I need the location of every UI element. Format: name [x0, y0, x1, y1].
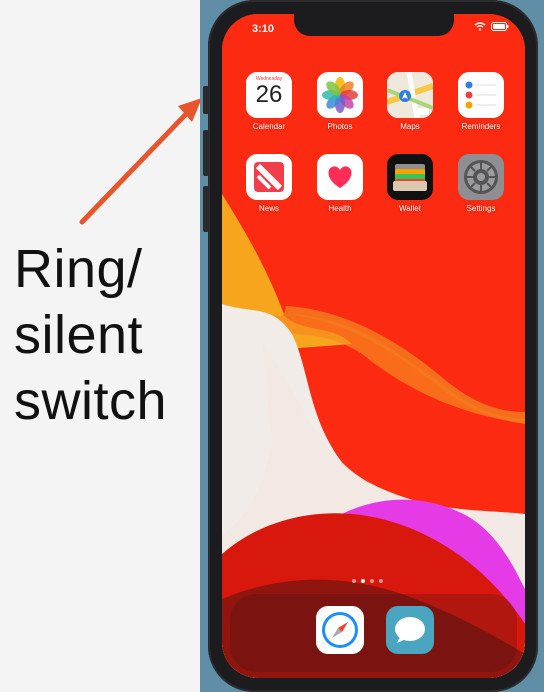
news-icon — [246, 154, 292, 200]
dock-app-messages[interactable] — [386, 606, 434, 654]
calendar-icon: Wednesday 26 — [246, 72, 292, 118]
app-label: Health — [328, 204, 352, 213]
safari-icon — [322, 612, 358, 648]
app-label: Reminders — [461, 122, 501, 131]
maps-icon — [387, 72, 433, 118]
dock — [230, 594, 517, 672]
notch — [294, 14, 454, 36]
app-label: Settings — [466, 204, 496, 213]
page-dot-active — [361, 579, 365, 583]
app-label: Wallet — [399, 204, 421, 213]
page-indicator[interactable] — [352, 579, 383, 583]
ring-silent-switch — [203, 86, 209, 114]
app-label: Maps — [400, 122, 420, 131]
health-icon — [317, 154, 363, 200]
app-settings[interactable]: Settings — [452, 154, 510, 213]
app-label: News — [258, 204, 279, 213]
volume-up-button — [203, 130, 209, 176]
app-label: Photos — [327, 122, 353, 131]
app-reminders[interactable]: Reminders — [452, 72, 510, 131]
dock-app-safari[interactable] — [316, 606, 364, 654]
photos-icon — [317, 72, 363, 118]
messages-icon — [395, 617, 425, 643]
page-dot — [370, 579, 374, 583]
app-calendar[interactable]: Wednesday 26 Calendar — [240, 72, 298, 131]
reminders-icon — [458, 72, 504, 118]
annotation-arrow-icon — [79, 98, 202, 225]
annotation-label: Ring/ silent switch — [14, 239, 168, 431]
battery-icon — [491, 22, 509, 31]
page-dot — [352, 579, 356, 583]
settings-icon — [458, 154, 504, 200]
status-icons — [474, 22, 509, 31]
wifi-icon — [474, 22, 486, 31]
volume-down-button — [203, 186, 209, 232]
calendar-day: 26 — [255, 81, 283, 108]
phone-screen: 3:10 Wednesday 26 Calendar Photos Maps R… — [222, 14, 525, 678]
app-wallet[interactable]: Wallet — [381, 154, 439, 213]
app-photos[interactable]: Photos — [311, 72, 369, 131]
page-dot — [379, 579, 383, 583]
wallet-icon — [387, 154, 433, 200]
annotation-panel: Ring/ silent switch — [0, 0, 205, 692]
app-news[interactable]: News — [240, 154, 298, 213]
status-time: 3:10 — [252, 23, 275, 35]
app-health[interactable]: Health — [311, 154, 369, 213]
app-label: Calendar — [252, 122, 286, 131]
app-maps[interactable]: Maps — [381, 72, 439, 131]
